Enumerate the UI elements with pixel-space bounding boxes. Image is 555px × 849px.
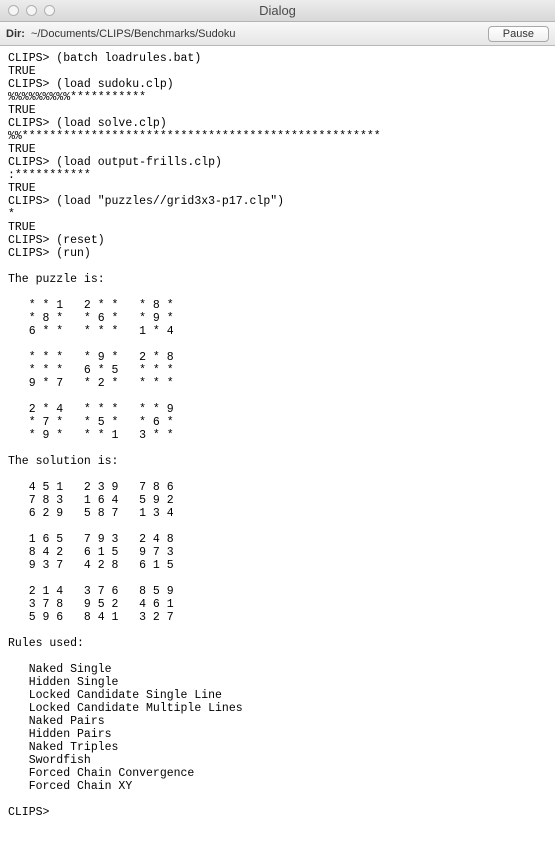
zoom-icon[interactable]: [44, 5, 55, 16]
traffic-lights: [0, 5, 55, 16]
pause-button[interactable]: Pause: [488, 26, 549, 42]
dir-label: Dir:: [6, 28, 25, 40]
close-icon[interactable]: [8, 5, 19, 16]
toolbar: Dir: ~/Documents/CLIPS/Benchmarks/Sudoku…: [0, 22, 555, 46]
titlebar: Dialog: [0, 0, 555, 22]
window-title: Dialog: [0, 3, 555, 18]
minimize-icon[interactable]: [26, 5, 37, 16]
dir-path: ~/Documents/CLIPS/Benchmarks/Sudoku: [31, 28, 482, 40]
terminal-output[interactable]: CLIPS> (batch loadrules.bat) TRUE CLIPS>…: [0, 46, 555, 849]
